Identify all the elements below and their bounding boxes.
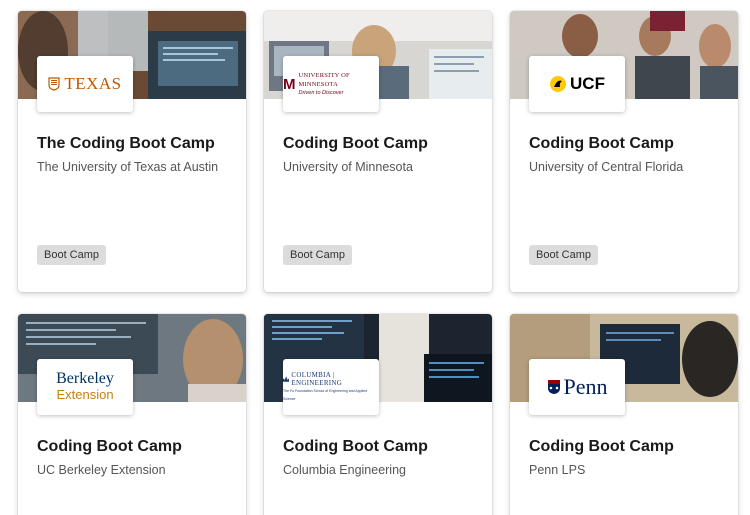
university-logo: COLUMBIA | ENGINEERING The Fu Foundation… xyxy=(283,359,379,415)
logo-text: UCF xyxy=(570,74,605,93)
university-logo: TEXAS xyxy=(37,56,133,112)
card-title: Coding Boot Camp xyxy=(529,135,674,152)
crown-icon xyxy=(283,376,290,382)
program-card-minnesota[interactable]: M UNIVERSITY OF MINNESOTA Driven to Disc… xyxy=(264,11,492,292)
program-card-penn[interactable]: Penn Coding Boot Camp Penn LPS xyxy=(510,314,738,515)
card-university: UC Berkeley Extension xyxy=(37,463,166,477)
logo-subtext: Extension xyxy=(56,387,114,402)
logo-text: Berkeley xyxy=(56,370,114,387)
logo-text: Penn xyxy=(563,374,608,399)
program-type-badge: Boot Camp xyxy=(283,245,353,265)
umn-m-icon: M xyxy=(283,75,296,93)
pegasus-icon xyxy=(550,76,567,92)
card-title: Coding Boot Camp xyxy=(283,135,428,152)
logo-tagline: Driven to Discover xyxy=(298,89,344,96)
card-university: Penn LPS xyxy=(529,463,586,477)
program-card-berkeley[interactable]: Berkeley Extension Coding Boot Camp UC B… xyxy=(18,314,246,515)
card-title: Coding Boot Camp xyxy=(529,438,674,455)
program-card-grid: TEXAS The Coding Boot Camp The Universit… xyxy=(0,0,750,515)
card-university: Columbia Engineering xyxy=(283,463,406,477)
card-title: Coding Boot Camp xyxy=(37,438,182,455)
longhorn-seal-icon xyxy=(48,77,60,91)
card-university: University of Central Florida xyxy=(529,160,684,174)
logo-text: TEXAS xyxy=(64,74,122,93)
card-title: Coding Boot Camp xyxy=(283,438,428,455)
card-title: The Coding Boot Camp xyxy=(37,135,215,152)
program-type-badge: Boot Camp xyxy=(529,245,599,265)
university-logo: Berkeley Extension xyxy=(37,359,133,415)
card-university: The University of Texas at Austin xyxy=(37,160,219,174)
logo-text: COLUMBIA | ENGINEERING xyxy=(291,371,343,387)
logo-subtext: The Fu Foundation School of Engineering … xyxy=(283,389,368,401)
program-card-columbia[interactable]: COLUMBIA | ENGINEERING The Fu Foundation… xyxy=(264,314,492,515)
card-university: University of Minnesota xyxy=(283,160,413,174)
university-logo: M UNIVERSITY OF MINNESOTA Driven to Disc… xyxy=(283,56,379,112)
penn-shield-icon xyxy=(547,380,560,394)
program-card-texas[interactable]: TEXAS The Coding Boot Camp The Universit… xyxy=(18,11,246,292)
university-logo: UCF xyxy=(529,56,625,112)
university-logo: Penn xyxy=(529,359,625,415)
logo-text: UNIVERSITY OF MINNESOTA xyxy=(298,71,350,88)
program-card-ucf[interactable]: UCF Coding Boot Camp University of Centr… xyxy=(510,11,738,292)
program-type-badge: Boot Camp xyxy=(37,245,107,265)
